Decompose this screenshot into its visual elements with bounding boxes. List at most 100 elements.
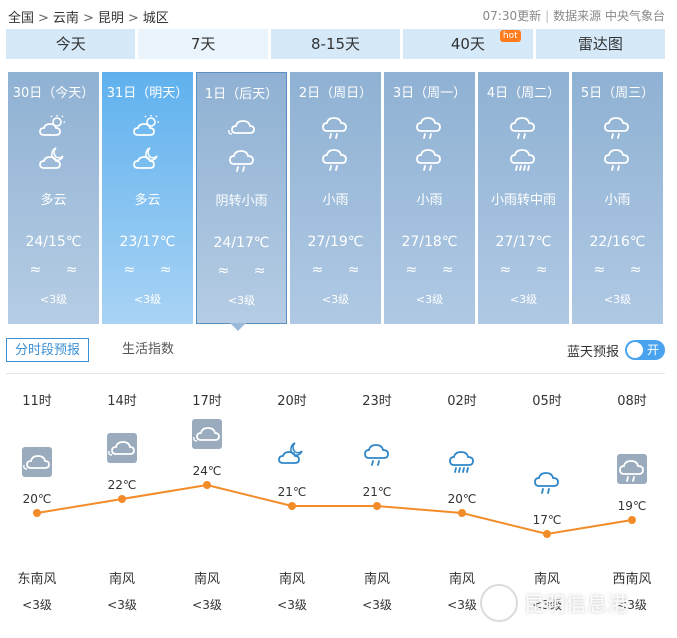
breadcrumb-separator: >	[127, 11, 139, 26]
hourly-column: 14时南风 <3级	[92, 376, 152, 638]
hour-temperature: 22℃	[107, 478, 137, 492]
blue-sky-label: 蓝天预报	[566, 344, 619, 360]
selected-day-pointer	[230, 323, 246, 331]
tab-7-day[interactable]: 7天	[138, 29, 268, 59]
hour-temperature: 24℃	[192, 464, 222, 478]
day-card[interactable]: 2日（周日） 小雨 27/19℃ ≈ ≈ <3级	[290, 72, 381, 324]
hour-time: 11时	[22, 394, 52, 409]
day-wind-level: <3级	[39, 293, 68, 306]
hourly-column: 11时 东南风 <3级	[7, 376, 67, 638]
toggle-knob	[627, 342, 643, 358]
wind-icon: ≈ ≈	[593, 262, 652, 278]
hour-wind-direction: 南风	[363, 572, 390, 587]
day-wind-level: <3级	[509, 293, 538, 306]
meta-divider: |	[545, 9, 550, 23]
watermark-text: 昆明信息港	[524, 592, 629, 616]
light-rain-icon	[362, 440, 392, 470]
day-date: 4日（周二）	[486, 86, 561, 101]
light-rain-icon	[508, 114, 538, 139]
partly-cloudy-night-icon	[38, 146, 68, 170]
hour-wind-level: <3级	[107, 598, 137, 612]
hour-time: 14时	[107, 394, 137, 409]
watermark-logo	[480, 584, 518, 622]
wind-icon: ≈ ≈	[123, 262, 182, 278]
divider-line	[6, 373, 665, 374]
wind-icon: ≈ ≈	[311, 262, 370, 278]
day-card[interactable]: 30日（今天） 多云 24/15℃ ≈ ≈ <3级	[8, 72, 99, 324]
hourly-column: 20时 南风 <3级	[262, 376, 322, 638]
day-card[interactable]: 1日（后天） 阴转小雨 24/17℃ ≈ ≈ <3级	[196, 72, 287, 324]
day-weather: 多云	[40, 193, 67, 208]
day-temperature: 27/18℃	[401, 234, 458, 250]
day-wind-level: <3级	[321, 293, 350, 306]
sub-navigation: 分时段预报 生活指数 蓝天预报 开	[6, 338, 665, 364]
light-rain-icon	[617, 454, 647, 484]
tab-40-day-label: 40天	[450, 35, 485, 53]
hour-temperature: 20℃	[447, 492, 477, 506]
day-wind-level: <3级	[603, 293, 632, 306]
day-wind-level: <3级	[227, 294, 256, 307]
breadcrumb-country[interactable]: 全国	[8, 11, 34, 26]
hour-time: 02时	[447, 394, 477, 409]
day-card[interactable]: 3日（周一） 小雨 27/18℃ ≈ ≈ <3级	[384, 72, 475, 324]
day-date: 5日（周三）	[580, 86, 655, 101]
day-date: 30日（今天）	[12, 86, 95, 101]
breadcrumb-city[interactable]: 昆明	[98, 11, 124, 26]
day-temperature: 24/17℃	[213, 235, 270, 251]
breadcrumb-province[interactable]: 云南	[53, 11, 79, 26]
day-card[interactable]: 5日（周三） 小雨 22/16℃ ≈ ≈ <3级	[572, 72, 663, 324]
hour-wind-direction: 南风	[108, 572, 135, 587]
hour-temperature: 21℃	[362, 485, 392, 499]
light-rain-icon	[414, 146, 444, 171]
day-weather: 多云	[134, 193, 161, 208]
day-card[interactable]: 4日（周二） 小雨转中雨 27/17℃ ≈ ≈ <3级	[478, 72, 569, 324]
hour-time: 23时	[362, 394, 392, 409]
day-card[interactable]: 31日（明天） 多云 23/17℃ ≈ ≈ <3级	[102, 72, 193, 324]
overcast-icon	[107, 433, 137, 463]
hour-temperature: 17℃	[532, 513, 562, 527]
breadcrumb-separator: >	[38, 11, 49, 26]
day-weather: 小雨转中雨	[490, 193, 556, 208]
wind-icon: ≈ ≈	[405, 262, 464, 278]
day-date: 2日（周日）	[298, 86, 373, 101]
update-info: 07:30更新 | 数据来源 中央气象台	[483, 7, 665, 24]
overcast-icon	[192, 419, 222, 449]
day-weather: 小雨	[604, 193, 631, 208]
day-wind-level: <3级	[133, 293, 162, 306]
overcast-icon	[227, 115, 257, 139]
light-rain-icon	[602, 146, 632, 171]
blue-sky-toggle[interactable]: 开	[625, 340, 665, 360]
seven-day-cards: 30日（今天） 多云 24/15℃ ≈ ≈ <3级 31日（明天） 多云 23/17℃ ≈ ≈ <…	[8, 72, 665, 328]
hour-time: 05时	[532, 394, 562, 409]
wind-icon: ≈ ≈	[29, 262, 88, 278]
day-weather: 阴转小雨	[215, 194, 268, 209]
toggle-state: 开	[646, 343, 659, 357]
tab-40-day[interactable]: 40天 hot	[403, 29, 533, 59]
tab-life-index[interactable]: 生活指数	[114, 338, 182, 362]
day-temperature: 22/16℃	[589, 234, 646, 250]
moderate-rain-icon	[447, 447, 477, 477]
breadcrumb-district: 城区	[142, 11, 169, 26]
tab-radar[interactable]: 雷达图	[535, 29, 666, 59]
tab-today[interactable]: 今天	[6, 29, 136, 59]
moderate-rain-icon	[508, 146, 538, 171]
hour-wind-level: <3级	[277, 598, 307, 612]
light-rain-icon	[320, 146, 350, 171]
breadcrumb: 全国 > 云南 > 昆明 > 城区	[8, 7, 169, 26]
blue-sky-toggle-area: 蓝天预报 开	[567, 338, 665, 362]
data-source: 数据来源 中央气象台	[553, 9, 665, 23]
light-rain-icon	[602, 114, 632, 139]
partly-cloudy-day-icon	[132, 114, 162, 138]
partly-cloudy-night-icon	[277, 440, 307, 470]
top-bar: 全国 > 云南 > 昆明 > 城区 07:30更新 | 数据来源 中央气象台	[0, 0, 677, 28]
hot-badge: hot	[499, 30, 521, 42]
hour-wind-level: <3级	[362, 598, 392, 612]
hour-time: 20时	[277, 394, 307, 409]
day-temperature: 27/17℃	[495, 234, 552, 250]
light-rain-icon	[227, 147, 257, 172]
tab-hourly-forecast[interactable]: 分时段预报	[6, 338, 90, 362]
tab-8-15-day[interactable]: 8-15天	[270, 29, 401, 59]
forecast-tabs: 今天 7天 8-15天 40天 hot 雷达图	[6, 29, 666, 59]
day-weather: 小雨	[416, 193, 443, 208]
day-date: 3日（周一）	[392, 86, 467, 101]
